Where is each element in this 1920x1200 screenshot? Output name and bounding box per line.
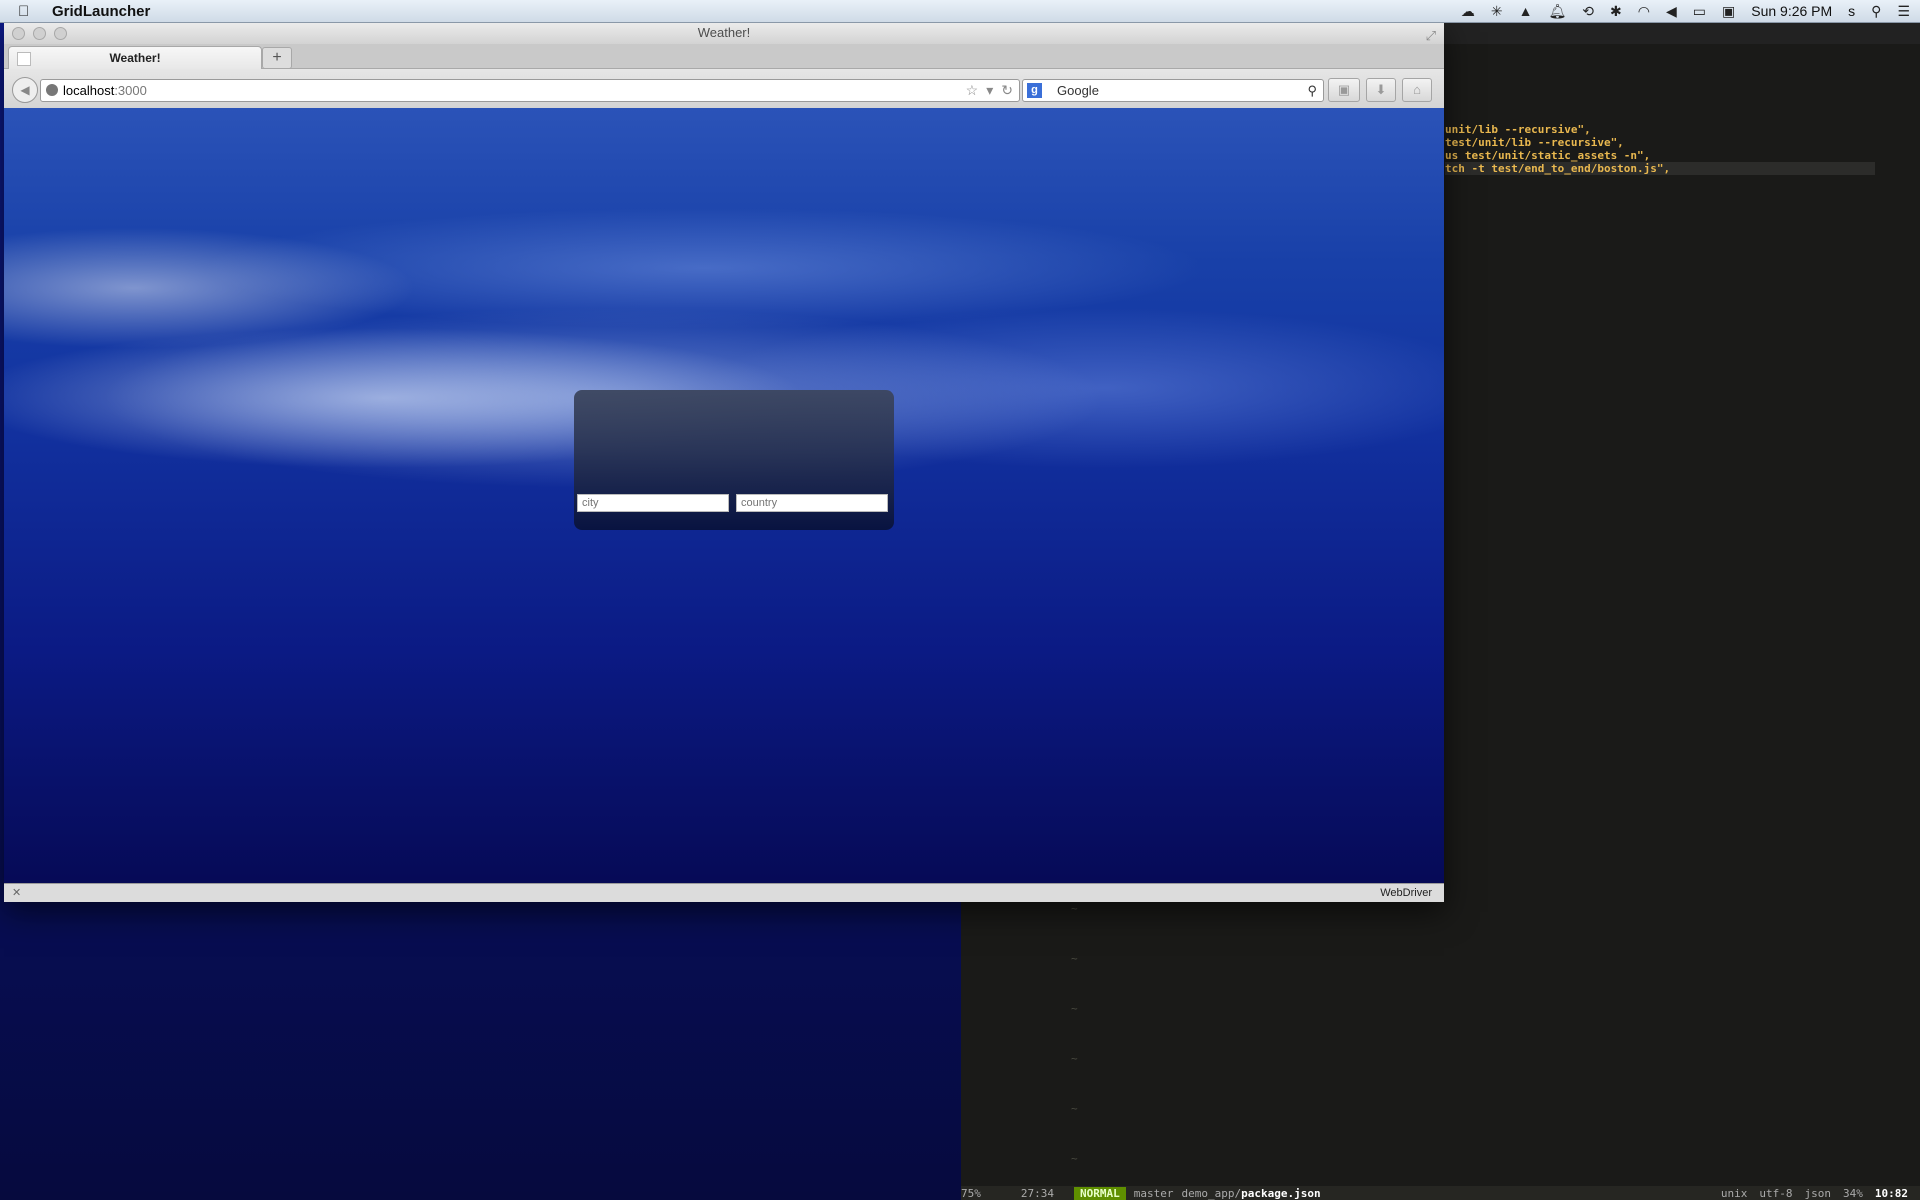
- google-icon[interactable]: g: [1027, 83, 1042, 98]
- empty-line-marker: ~: [1071, 1152, 1078, 1165]
- status-area: ☁ ✳ ▲ 🔔︎ ⟲ ✱ ◠ ◀ ▭ ▣ Sun 9:26 PM s ⚲ ☰: [1461, 0, 1910, 22]
- code-line: tch -t test/end_to_end/boston.js",: [1445, 162, 1671, 175]
- close-window-button[interactable]: [12, 27, 25, 40]
- bookmark-star-icon[interactable]: ☆: [966, 80, 979, 101]
- empty-line-marker: ~: [1071, 1102, 1078, 1115]
- bluetooth-icon[interactable]: ✱: [1610, 3, 1622, 20]
- notification-center-icon[interactable]: ☰: [1897, 3, 1910, 20]
- tab-strip: Weather! +: [4, 44, 1444, 69]
- navigation-toolbar: ◀ localhost:3000 ☆ ▾ ↻ g Google ⚲ ▣ ⬇ ⌂: [4, 69, 1444, 110]
- asterisk-icon[interactable]: ✳: [1491, 3, 1503, 20]
- left-percent: 75%: [961, 1186, 981, 1200]
- clock[interactable]: Sun 9:26 PM: [1751, 3, 1832, 19]
- empty-line-marker: ~: [1071, 1002, 1078, 1015]
- url-bar[interactable]: localhost:3000 ☆ ▾ ↻: [40, 79, 1020, 102]
- time-machine-icon[interactable]: ⟲: [1582, 3, 1594, 20]
- empty-line-marker: ~: [1071, 902, 1078, 915]
- minimize-window-button[interactable]: [33, 27, 46, 40]
- file-type: json: [1804, 1186, 1832, 1200]
- menu-bar:  GridLauncher ☁ ✳ ▲ 🔔︎ ⟲ ✱ ◠ ◀ ▭ ▣ Sun …: [0, 0, 1920, 23]
- page-content: [4, 108, 1444, 884]
- home-button[interactable]: ⌂: [1402, 78, 1432, 102]
- display-icon[interactable]: ▣: [1722, 3, 1735, 20]
- bell-icon[interactable]: 🔔︎: [1549, 3, 1567, 20]
- drive-icon[interactable]: ▲: [1519, 3, 1533, 19]
- window-titlebar[interactable]: Weather! ⤢: [4, 22, 1444, 44]
- reload-icon[interactable]: ↻: [1001, 80, 1013, 101]
- search-engine-label: Google: [1057, 83, 1099, 98]
- empty-line-marker: ~: [1071, 1052, 1078, 1065]
- window-title: Weather!: [697, 25, 751, 40]
- code-line: test/unit/lib --recursive",: [1445, 136, 1624, 149]
- search-bar[interactable]: g Google ⚲: [1022, 79, 1324, 102]
- search-icon[interactable]: ⚲: [1307, 80, 1317, 101]
- code-line: us test/unit/static_assets -n",: [1445, 149, 1651, 162]
- downloads-button[interactable]: ⬇: [1366, 78, 1396, 102]
- url-host: localhost: [63, 83, 115, 98]
- file-name: package.json: [1241, 1186, 1321, 1200]
- cloud-icon[interactable]: ☁: [1461, 3, 1475, 20]
- file-encoding: utf-8: [1759, 1186, 1793, 1200]
- user-menu[interactable]: s: [1848, 3, 1855, 19]
- file-format: unix: [1720, 1186, 1748, 1200]
- mode-indicator: NORMAL: [1074, 1186, 1126, 1200]
- file-dir: demo_app/: [1181, 1186, 1242, 1200]
- line-position: 27:34: [1020, 1186, 1054, 1200]
- battery-icon[interactable]: ▭: [1693, 3, 1706, 20]
- spotlight-search-icon[interactable]: ⚲: [1871, 3, 1881, 20]
- vim-statusline: 75% 27:34 NORMAL master demo_app/package…: [961, 1186, 1920, 1200]
- weather-search-card: [574, 390, 894, 530]
- close-addon-bar-icon[interactable]: ✕: [12, 884, 21, 902]
- favicon-icon: [17, 52, 31, 66]
- history-dropdown-icon[interactable]: ▾: [986, 80, 993, 101]
- tab-title: Weather!: [109, 51, 161, 65]
- empty-line-marker: ~: [1071, 952, 1078, 965]
- addon-bar: ✕ WebDriver: [4, 883, 1444, 902]
- country-input[interactable]: [736, 494, 888, 512]
- git-branch: master: [1133, 1186, 1174, 1200]
- code-line: unit/lib --recursive",: [1445, 123, 1591, 136]
- back-button[interactable]: ◀: [12, 77, 38, 103]
- browser-window: Weather! ⤢ Weather! + ◀ localhost:3000 ☆…: [4, 22, 1444, 902]
- city-input[interactable]: [577, 494, 729, 512]
- screenshot-button[interactable]: ▣: [1328, 78, 1360, 102]
- site-identity-icon[interactable]: [46, 84, 58, 96]
- cursor-position: 10:82: [1874, 1186, 1908, 1200]
- tab-weather[interactable]: Weather!: [8, 46, 262, 69]
- new-tab-button[interactable]: +: [262, 47, 292, 69]
- url-port: :3000: [114, 83, 147, 98]
- file-percent: 34%: [1843, 1186, 1863, 1200]
- apple-icon[interactable]: : [18, 3, 36, 20]
- webdriver-label: WebDriver: [1380, 887, 1432, 899]
- wifi-icon[interactable]: ◠: [1638, 3, 1650, 20]
- volume-icon[interactable]: ◀: [1666, 3, 1677, 20]
- app-name[interactable]: GridLauncher: [52, 3, 150, 20]
- zoom-window-button[interactable]: [54, 27, 67, 40]
